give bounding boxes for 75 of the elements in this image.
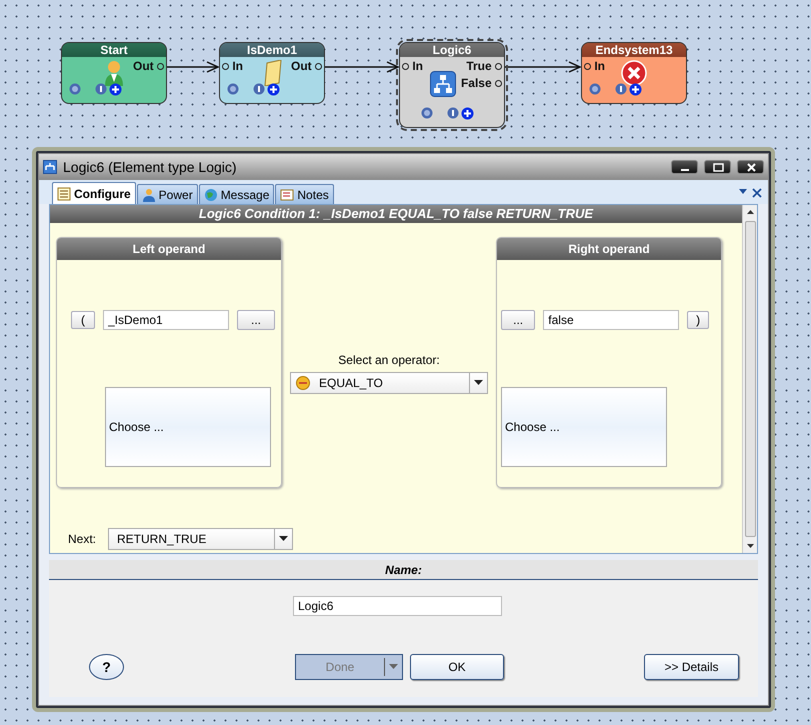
node-card[interactable]: IsDemo1 In Out [219,42,325,104]
info-icon [615,83,627,95]
caret-icon [474,380,483,386]
person-icon [104,60,124,86]
port-label: In [222,60,243,73]
port-label: In [584,60,605,73]
caret-icon [279,536,288,542]
port-pin[interactable] [157,63,164,70]
browse-button[interactable]: ... [501,310,536,330]
split-button: Done [295,654,403,680]
node-title: Logic6 [400,43,504,57]
operator-label: Select an operator: [338,352,440,369]
node-card[interactable]: Logic6 In True False [399,42,505,128]
port-pin[interactable] [495,80,502,87]
node-title: IsDemo1 [220,43,324,57]
person-icon [142,188,156,202]
window-title: Logic6 (Element type Logic) [63,158,238,177]
error-icon [621,60,647,86]
ok-button[interactable]: OK [410,654,504,680]
flowchart-icon [43,160,57,174]
operator-dropdown[interactable]: EQUAL_TO [290,372,488,394]
connector-arrow [167,61,220,73]
paren-button[interactable]: ) [687,311,709,329]
info-icon [447,107,459,119]
port-pin[interactable] [222,63,229,70]
node-card[interactable]: Start Out [61,42,167,104]
tab[interactable]: Configure [52,182,136,204]
help-icon [69,83,81,95]
form-icon [57,186,71,200]
port-label: In [402,60,423,73]
port-label: Out [291,60,322,73]
globe-icon [204,188,218,202]
info-icon [95,83,107,95]
add-icon [109,83,122,96]
port-pin[interactable] [584,63,591,70]
tab[interactable]: Message [198,184,274,204]
name-field[interactable]: Logic6 [293,596,502,616]
flowchart-icon [430,71,456,97]
help-icon [227,83,239,95]
port-label: Out [133,60,164,73]
text-field[interactable]: false [543,310,680,330]
help-icon [589,83,601,95]
port-label: True [466,60,502,73]
add-icon [461,107,474,120]
add-icon [267,83,280,96]
node-title: Start [62,43,166,57]
port-pin[interactable] [495,63,502,70]
paren-button[interactable]: ( [71,311,95,329]
port-label: False [460,77,502,90]
choose-button[interactable]: Choose ... [501,387,667,467]
close-icon[interactable] [750,186,764,200]
add-icon [629,83,642,96]
tab[interactable]: Notes [275,184,334,204]
condition-header: Logic6 Condition 1: _IsDemo1 EQUAL_TO false RETURN_TRUE [50,205,742,223]
panel-title: Left operand [57,238,281,260]
browse-button[interactable]: ... [237,310,275,330]
help-button[interactable]: ? [89,654,124,680]
choose-button[interactable]: Choose ... [105,387,271,467]
name-label: Name: [49,560,758,580]
tab[interactable]: Power [136,184,198,204]
caret-icon [389,664,398,670]
next-dropdown[interactable]: RETURN_TRUE [108,528,294,550]
next-label: Next: [68,531,96,548]
text-field[interactable]: _IsDemo1 [103,310,229,330]
port-pin[interactable] [315,63,322,70]
panel-title: Right operand [497,238,721,260]
note-icon [280,188,294,202]
info-icon [253,83,265,95]
node-card[interactable]: Endsystem13 In [581,42,687,104]
help-icon [421,107,433,119]
function-icon [264,60,282,86]
details-button[interactable]: >> Details [644,654,739,680]
node-title: Endsystem13 [582,43,686,57]
scrollbar[interactable] [742,205,757,553]
port-pin[interactable] [402,63,409,70]
